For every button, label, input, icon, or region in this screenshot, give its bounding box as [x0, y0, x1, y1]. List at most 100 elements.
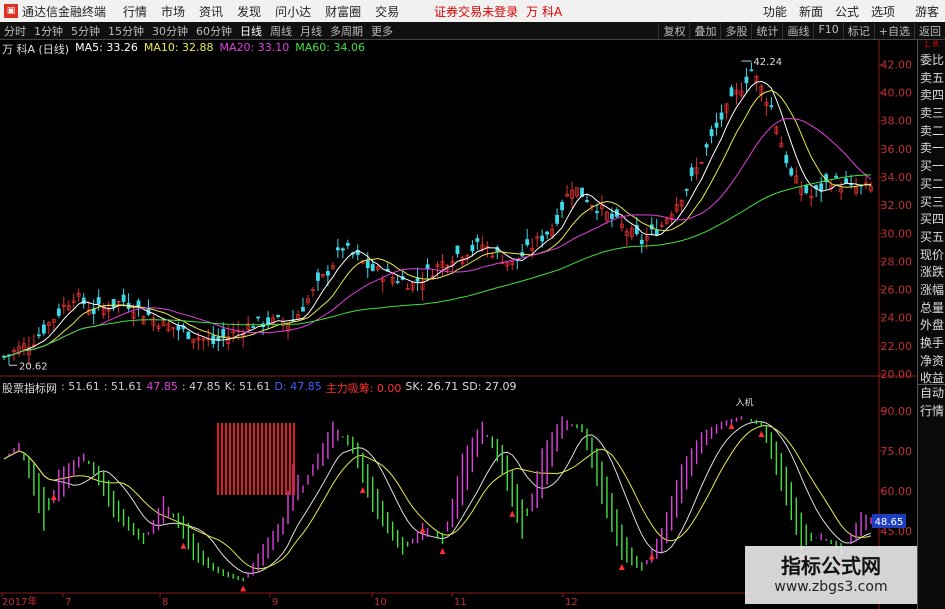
- sidebar-item-12[interactable]: 涨跌: [918, 264, 945, 282]
- buy-arrow: [439, 548, 446, 555]
- buy-arrow: [240, 585, 247, 592]
- candle-body: [111, 298, 116, 308]
- ind-tick-label: 60.00: [881, 485, 913, 498]
- candle-body: [819, 183, 824, 192]
- candle-body: [610, 213, 614, 219]
- watermark-url: www.zbgs3.com: [774, 579, 888, 595]
- candle-body: [804, 185, 809, 194]
- x-tick-label: 11: [454, 597, 467, 608]
- price-tick-label: 40.00: [881, 87, 913, 100]
- sidebar-item-3[interactable]: 卖三: [918, 105, 945, 123]
- x-tick-label: 8: [162, 597, 168, 608]
- candle-body: [834, 175, 839, 178]
- sidebar-item-14[interactable]: 总量: [918, 300, 945, 318]
- candle-body: [340, 248, 345, 251]
- candle-body: [709, 129, 714, 137]
- sidebar-bottom-1[interactable]: 行情: [918, 403, 945, 421]
- buy-arrow: [728, 422, 735, 429]
- candle-body: [405, 288, 410, 290]
- buy-arrow: [359, 486, 366, 493]
- candle-body: [221, 328, 226, 338]
- candle-body: [684, 188, 689, 191]
- candle-body: [335, 247, 340, 251]
- x-tick-label: 9: [272, 597, 278, 608]
- candle-body: [749, 69, 754, 72]
- candle-body: [545, 231, 550, 235]
- high-label: 42.24: [753, 57, 782, 68]
- watermark-title: 指标公式网: [781, 554, 881, 578]
- sidebar-item-9[interactable]: 买四: [918, 211, 945, 229]
- candle-body: [256, 316, 261, 319]
- candle-body: [654, 229, 659, 236]
- lr-toggle[interactable]: L R: [918, 40, 945, 50]
- candle-body: [345, 243, 350, 246]
- candle-body: [470, 244, 475, 252]
- candle-body: [789, 168, 794, 176]
- buy-arrow: [509, 510, 516, 517]
- buy-arrow: [618, 564, 625, 571]
- candle-body: [276, 315, 280, 317]
- sidebar-item-10[interactable]: 买五: [918, 229, 945, 247]
- sidebar-item-5[interactable]: 卖一: [918, 140, 945, 158]
- sidebar-item-13[interactable]: 涨幅: [918, 282, 945, 300]
- sidebar-item-8[interactable]: 买三: [918, 194, 945, 212]
- candle-body: [729, 87, 734, 97]
- candle-body: [585, 200, 589, 202]
- candle-body: [595, 211, 599, 213]
- sidebar-item-16[interactable]: 换手: [918, 335, 945, 353]
- price-tick-label: 32.00: [881, 199, 913, 212]
- sidebar-item-4[interactable]: 卖二: [918, 123, 945, 141]
- candle-body: [415, 278, 420, 282]
- price-tick-label: 34.00: [881, 171, 913, 184]
- candle-body: [744, 76, 749, 84]
- sidebar-item-1[interactable]: 卖五: [918, 70, 945, 88]
- candle-body: [714, 122, 719, 128]
- kline-chart[interactable]: 入机 42.00 40.00 38.00 36.00 34.00 32.00 30.00 28…: [0, 0, 945, 609]
- price-tick-label: 26.00: [881, 284, 913, 297]
- candle-body: [370, 263, 375, 271]
- sk-line: [3, 421, 872, 574]
- sidebar-item-2[interactable]: 卖四: [918, 87, 945, 105]
- candle-body: [455, 245, 460, 254]
- candle-body: [525, 239, 530, 246]
- candle-body: [41, 324, 46, 334]
- ind-current-label: 48.65: [875, 517, 904, 528]
- buy-arrow: [419, 526, 426, 533]
- candle-body: [844, 178, 849, 184]
- candle-body: [719, 112, 724, 120]
- candle-body: [56, 308, 61, 316]
- candle-body: [365, 260, 370, 269]
- quote-sidebar: L R 委比 卖五 卖四 卖三 卖二 卖一 买一 买二 买三 买四 买五 现价 涨跌 涨幅 总量 外盘 换手 净资…: [917, 40, 945, 609]
- candle-body: [475, 238, 480, 242]
- price-tick-label: 20.00: [881, 368, 913, 381]
- candle-body: [96, 297, 101, 305]
- candle-body: [689, 167, 694, 176]
- sidebar-item-7[interactable]: 买二: [918, 176, 945, 194]
- ind-tick-label: 75.00: [881, 445, 913, 458]
- price-tick-label: 24.00: [881, 312, 913, 325]
- x-tick-label: 7: [65, 597, 71, 608]
- price-tick-label: 22.00: [881, 340, 913, 353]
- watermark: 指标公式网 www.zbgs3.com: [745, 546, 917, 604]
- price-tick-label: 42.00: [881, 58, 913, 71]
- candle-body: [784, 154, 789, 164]
- sidebar-bottom-0[interactable]: 自动: [918, 385, 945, 403]
- candle-body: [316, 272, 320, 281]
- sidebar-item-0[interactable]: 委比: [918, 52, 945, 70]
- candle-body: [251, 326, 256, 329]
- candle-body: [540, 235, 545, 242]
- x-tick-label: 10: [374, 597, 387, 608]
- buy-arrow: [50, 493, 57, 500]
- candle-body: [176, 325, 181, 331]
- candle-body: [301, 306, 305, 312]
- price-tick-label: 38.00: [881, 115, 913, 128]
- candle-body: [121, 294, 126, 302]
- candle-body: [36, 334, 41, 337]
- sidebar-item-6[interactable]: 买一: [918, 158, 945, 176]
- x-tick-label: 2017年: [2, 595, 37, 608]
- candle-body: [704, 144, 709, 148]
- price-tick-label: 36.00: [881, 143, 913, 156]
- sidebar-item-15[interactable]: 外盘: [918, 317, 945, 335]
- sidebar-item-17[interactable]: 净资: [918, 353, 945, 371]
- sidebar-item-11[interactable]: 现价: [918, 247, 945, 265]
